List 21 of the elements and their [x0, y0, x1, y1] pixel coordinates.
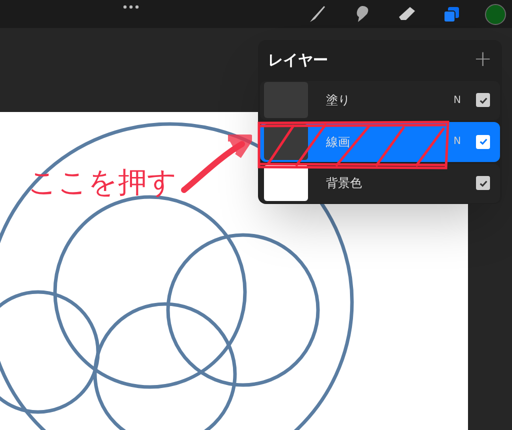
visibility-checkbox[interactable]	[476, 134, 490, 149]
check-icon	[478, 178, 488, 188]
eraser-icon[interactable]	[398, 6, 416, 22]
layer-thumbnail	[264, 82, 308, 118]
layer-name: 背景色	[326, 175, 363, 192]
layer-name: 塗り	[326, 92, 351, 110]
more-icon[interactable]	[123, 5, 139, 9]
check-icon	[478, 96, 488, 105]
layer-row[interactable]: 背景色	[260, 164, 500, 203]
layer-row[interactable]: 塗り N	[260, 80, 500, 120]
color-swatch[interactable]	[485, 4, 506, 25]
layer-name: 線画	[326, 134, 351, 151]
blend-mode-label[interactable]: N	[454, 92, 461, 108]
visibility-checkbox[interactable]	[476, 176, 490, 190]
add-layer-button[interactable]: +	[474, 48, 492, 71]
layers-icon[interactable]	[443, 6, 460, 23]
brush-icon[interactable]	[307, 5, 327, 23]
arrow-drawing	[180, 132, 252, 194]
visibility-checkbox[interactable]	[476, 93, 490, 108]
check-icon	[478, 137, 488, 146]
panel-title: レイヤー	[268, 50, 328, 70]
